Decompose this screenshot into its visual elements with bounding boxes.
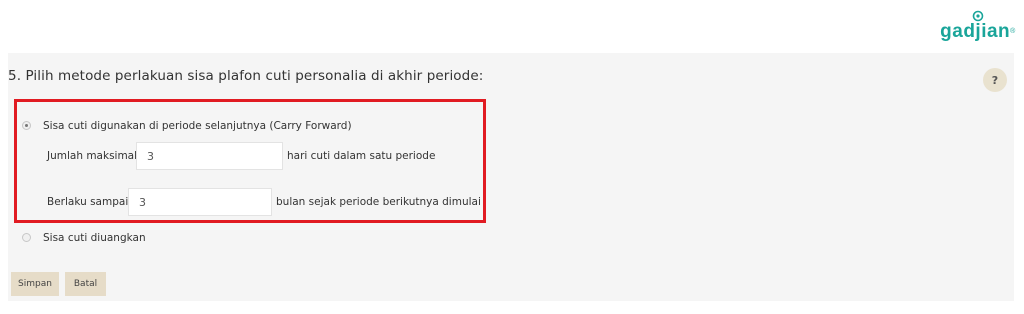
save-button[interactable]: Simpan xyxy=(11,272,59,296)
cancel-button[interactable]: Batal xyxy=(65,272,106,296)
question-title: 5. Pilih metode perlakuan sisa plafon cu… xyxy=(8,68,484,84)
cash-out-label: Sisa cuti diuangkan xyxy=(43,232,146,244)
cash-out-radio[interactable] xyxy=(22,233,31,242)
gadjian-logo[interactable]: gadjian® xyxy=(938,10,1018,44)
max-days-label: Jumlah maksimal xyxy=(47,150,138,162)
help-button[interactable]: ? xyxy=(983,68,1007,92)
valid-until-suffix: bulan sejak periode berikutnya dimulai xyxy=(276,196,481,208)
valid-until-label: Berlaku sampai xyxy=(47,196,129,208)
carry-forward-label: Sisa cuti digunakan di periode selanjutn… xyxy=(43,120,352,132)
logo-text: gadjian® xyxy=(940,21,1016,42)
max-days-suffix: hari cuti dalam satu periode xyxy=(287,150,436,162)
carry-forward-radio[interactable] xyxy=(22,121,31,130)
valid-until-input[interactable] xyxy=(128,188,272,216)
max-days-input[interactable] xyxy=(136,142,283,170)
